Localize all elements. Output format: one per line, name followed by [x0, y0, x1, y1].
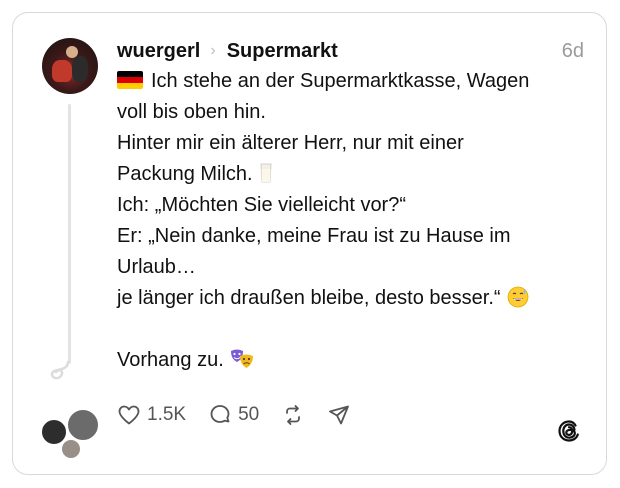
replier-avatar[interactable] — [60, 438, 82, 460]
text-line: Ich stehe an der Supermarktkasse, Wagen — [117, 66, 587, 97]
thread-loop-icon — [50, 360, 70, 380]
author-username[interactable]: wuergerl — [117, 40, 200, 63]
share-button[interactable] — [327, 403, 351, 427]
post-header: wuergerl › Supermarkt 6d — [117, 39, 584, 63]
author-avatar[interactable] — [42, 38, 98, 94]
send-icon — [329, 405, 350, 425]
text-line: Packung Milch. — [117, 159, 587, 190]
repost-button[interactable] — [281, 403, 305, 427]
germany-flag-icon — [117, 71, 143, 89]
performing-arts-icon — [230, 349, 253, 368]
like-button[interactable]: 1.5K — [117, 403, 186, 427]
post-text: Ich stehe an der Supermarktkasse, Wagen … — [117, 66, 587, 376]
post-age[interactable]: 6d — [562, 40, 584, 63]
like-count: 1.5K — [147, 404, 187, 425]
text-line: Er: „Nein danke, meine Frau ist zu Hause… — [117, 225, 511, 247]
chevron-right-icon: › — [210, 42, 216, 59]
action-bar: 1.5K 50 — [117, 401, 373, 429]
thread-line — [68, 104, 71, 364]
text-line: Urlaub… — [117, 256, 196, 278]
repost-icon — [286, 405, 301, 425]
replier-avatar[interactable] — [66, 408, 100, 442]
comment-button[interactable]: 50 — [208, 403, 259, 427]
glass-of-milk-icon — [260, 163, 272, 183]
text-line — [117, 314, 587, 345]
topic-tag[interactable]: Supermarkt — [227, 40, 338, 63]
grinning-sweat-icon — [507, 286, 528, 308]
comment-count: 50 — [238, 404, 260, 425]
text-line: Vorhang zu. — [117, 345, 587, 376]
text-line: Ich: „Möchten Sie vielleicht vor?“ — [117, 194, 407, 216]
threads-logo-icon[interactable] — [556, 418, 582, 444]
text-line: Hinter mir ein älterer Herr, nur mit ein… — [117, 132, 464, 154]
text-line: voll bis oben hin. — [117, 101, 266, 123]
comment-icon — [210, 405, 230, 423]
heart-icon — [118, 405, 140, 425]
text-line: je länger ich draußen bleibe, desto bess… — [117, 283, 587, 314]
